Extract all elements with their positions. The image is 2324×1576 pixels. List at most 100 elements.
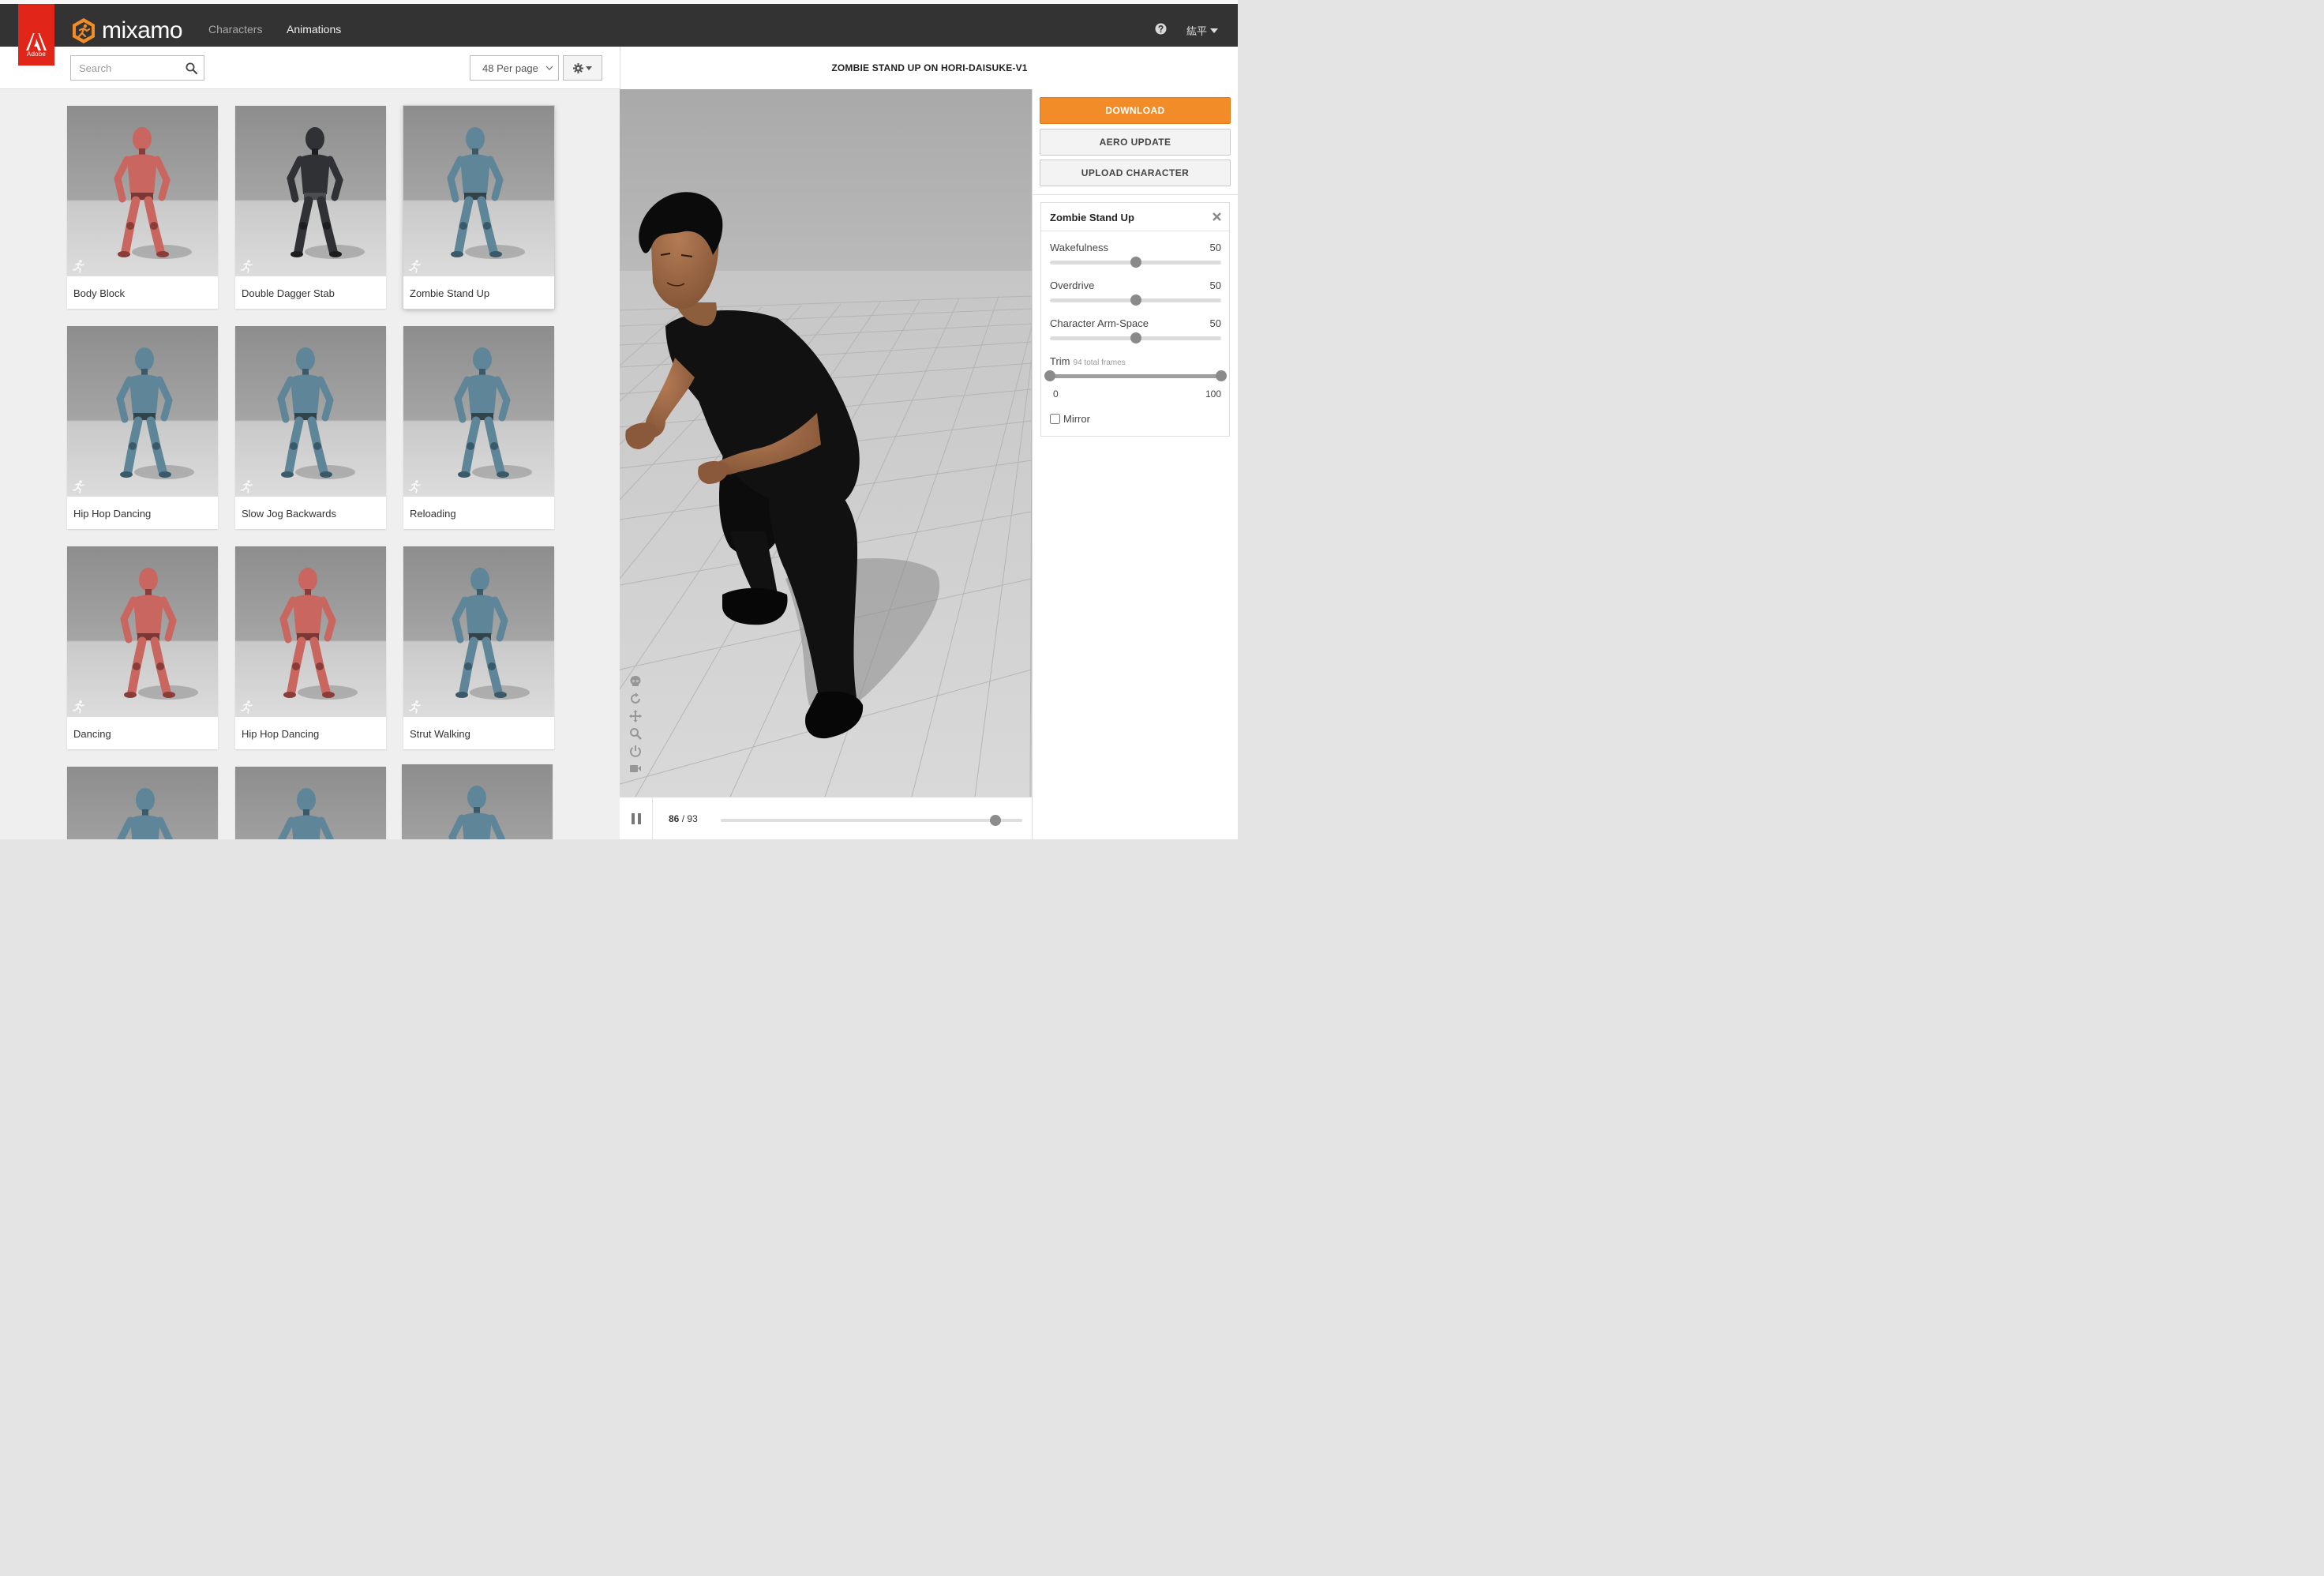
animation-title: Slow Jog Backwards bbox=[242, 508, 336, 520]
trim-range-fill bbox=[1050, 374, 1221, 378]
character-figure bbox=[287, 127, 365, 259]
animation-card[interactable] bbox=[235, 767, 386, 839]
animation-title: Body Block bbox=[73, 287, 126, 299]
playback-bar: 86 / 93 bbox=[620, 797, 1032, 840]
animation-type-icon bbox=[408, 480, 421, 493]
divider bbox=[652, 797, 653, 840]
animation-card[interactable]: Body Block bbox=[67, 106, 218, 309]
settings-title: Zombie Stand Up bbox=[1050, 212, 1134, 223]
animation-type-icon bbox=[408, 700, 421, 714]
animation-type-icon bbox=[240, 480, 253, 493]
character-figure bbox=[114, 127, 192, 259]
animation-card[interactable]: Reloading bbox=[403, 326, 554, 529]
animation-card[interactable]: Slow Jog Backwards bbox=[235, 326, 386, 529]
search-box[interactable] bbox=[70, 55, 204, 81]
right-panel: DOWNLOAD AERO UPDATE UPLOAD CHARACTER Zo… bbox=[1032, 89, 1239, 839]
aero-update-button[interactable]: AERO UPDATE bbox=[1040, 129, 1231, 156]
timeline-handle[interactable] bbox=[989, 815, 1001, 826]
move-icon[interactable] bbox=[629, 710, 642, 722]
slider-handle[interactable] bbox=[1130, 257, 1141, 268]
animation-grid: Body Block Double Dagger Stab Zombie Sta… bbox=[0, 89, 620, 839]
skull-icon[interactable] bbox=[629, 675, 642, 688]
animation-card[interactable]: Zombie Stand Up bbox=[403, 106, 554, 309]
animation-card[interactable]: Strut Walking bbox=[403, 546, 554, 749]
animation-type-icon bbox=[408, 260, 421, 273]
param-value: 50 bbox=[1209, 317, 1221, 329]
param-value: 50 bbox=[1209, 280, 1221, 291]
character-figure bbox=[448, 786, 505, 839]
animation-thumbnail bbox=[402, 764, 553, 839]
3d-viewport[interactable] bbox=[620, 89, 1032, 797]
nav-characters[interactable]: Characters bbox=[208, 23, 262, 36]
param-value: 50 bbox=[1209, 242, 1221, 253]
power-icon[interactable] bbox=[629, 745, 642, 757]
mirror-label: Mirror bbox=[1063, 413, 1090, 425]
trim-start-handle[interactable] bbox=[1044, 370, 1055, 381]
current-frame: 86 bbox=[669, 813, 680, 824]
pause-icon[interactable] bbox=[631, 813, 642, 824]
animation-type-icon bbox=[240, 700, 253, 714]
character-figure bbox=[120, 568, 198, 700]
adobe-logo-icon bbox=[26, 33, 47, 51]
trim-total-frames: 94 total frames bbox=[1073, 358, 1126, 367]
zoom-icon[interactable] bbox=[629, 727, 642, 740]
divider bbox=[1033, 194, 1239, 195]
animation-type-icon bbox=[72, 700, 84, 714]
wakefulness-slider[interactable] bbox=[1050, 257, 1221, 268]
overdrive-slider[interactable] bbox=[1050, 295, 1221, 306]
animation-card[interactable]: Dancing bbox=[67, 546, 218, 749]
settings-header: Zombie Stand Up bbox=[1041, 203, 1229, 231]
slider-handle[interactable] bbox=[1130, 295, 1141, 306]
animation-settings-card: Zombie Stand Up Wakefulness 50 Overdrive… bbox=[1040, 202, 1230, 437]
trim-end-handle[interactable] bbox=[1216, 370, 1227, 381]
character-figure bbox=[447, 127, 525, 259]
library-settings-button[interactable] bbox=[563, 55, 602, 81]
chevron-down-icon bbox=[586, 66, 592, 70]
search-icon[interactable] bbox=[186, 62, 197, 74]
help-icon[interactable] bbox=[1155, 23, 1167, 35]
animation-card[interactable] bbox=[67, 767, 218, 839]
timeline-scrubber[interactable] bbox=[721, 815, 1022, 826]
camera-icon[interactable] bbox=[629, 762, 642, 775]
animation-title: Strut Walking bbox=[410, 728, 470, 740]
upload-character-button[interactable]: UPLOAD CHARACTER bbox=[1040, 159, 1231, 186]
animation-card[interactable]: Hip Hop Dancing bbox=[235, 546, 386, 749]
arm-space-slider[interactable] bbox=[1050, 332, 1221, 343]
mirror-option[interactable]: Mirror bbox=[1050, 413, 1090, 425]
slider-handle[interactable] bbox=[1130, 332, 1141, 343]
per-page-value: 48 Per page bbox=[482, 62, 538, 74]
param-trim: Trim 94 total frames 0 100 bbox=[1044, 355, 1227, 403]
adobe-badge[interactable]: Adobe bbox=[18, 4, 54, 66]
search-input[interactable] bbox=[71, 56, 197, 80]
top-navigation-bar: mixamo Characters Animations 紘平 bbox=[0, 4, 1238, 47]
chevron-down-icon bbox=[1210, 28, 1219, 33]
param-label: Wakefulness bbox=[1050, 242, 1108, 253]
user-menu[interactable]: 紘平 bbox=[1186, 23, 1219, 38]
animation-thumbnail bbox=[67, 326, 218, 497]
rotate-icon[interactable] bbox=[629, 692, 642, 705]
animation-title: Hip Hop Dancing bbox=[242, 728, 320, 740]
character-figure bbox=[278, 788, 335, 839]
param-label: Character Arm-Space bbox=[1050, 317, 1149, 329]
animation-type-icon bbox=[72, 480, 84, 493]
character-figure bbox=[117, 788, 174, 839]
animation-thumbnail bbox=[67, 106, 218, 276]
animation-card[interactable]: Double Dagger Stab bbox=[235, 106, 386, 309]
trim-max-value: 100 bbox=[1205, 388, 1221, 400]
param-label: Overdrive bbox=[1050, 280, 1095, 291]
frame-separator: / bbox=[681, 813, 685, 824]
mirror-checkbox[interactable] bbox=[1050, 414, 1060, 424]
download-button[interactable]: DOWNLOAD bbox=[1040, 97, 1231, 124]
close-icon[interactable] bbox=[1213, 212, 1221, 221]
user-name: 紘平 bbox=[1186, 25, 1208, 37]
animation-card[interactable]: Hip Hop Dancing bbox=[67, 326, 218, 529]
animation-card[interactable] bbox=[402, 764, 553, 839]
per-page-select[interactable]: 48 Per page bbox=[470, 55, 559, 81]
character-figure bbox=[452, 568, 530, 700]
trim-slider[interactable] bbox=[1044, 370, 1227, 381]
mixamo-logo[interactable]: mixamo bbox=[70, 17, 183, 44]
character-figure bbox=[454, 347, 532, 479]
animation-thumbnail bbox=[403, 546, 554, 717]
viewport-scene bbox=[620, 89, 1032, 797]
nav-animations[interactable]: Animations bbox=[287, 23, 341, 36]
